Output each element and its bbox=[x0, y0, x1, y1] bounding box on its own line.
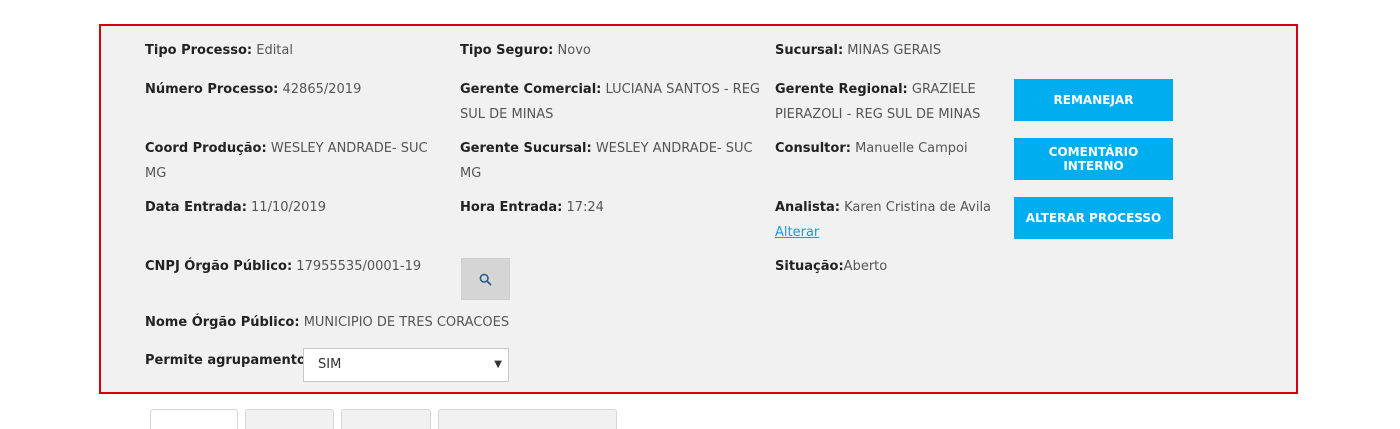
gerente-comercial-field: Gerente Comercial: LUCIANA SANTOS - REG … bbox=[460, 77, 760, 127]
gerente-comercial-label: Gerente Comercial: bbox=[460, 82, 602, 97]
sucursal-field: Sucursal: MINAS GERAIS bbox=[775, 38, 941, 63]
remanejar-button[interactable]: REMANEJAR bbox=[1014, 79, 1173, 121]
tab-2[interactable] bbox=[245, 409, 334, 429]
permite-agrupamento-field: Permite agrupamento: bbox=[145, 348, 311, 373]
search-icon bbox=[479, 273, 492, 285]
nome-orgao-value: MUNICIPIO DE TRES CORACOES bbox=[303, 315, 510, 330]
gerente-comercial-value-line2: SUL DE MINAS bbox=[460, 107, 554, 122]
alterar-analista-link[interactable]: Alterar bbox=[775, 225, 819, 240]
gerente-regional-value: GRAZIELE bbox=[911, 82, 976, 97]
gerente-regional-label: Gerente Regional: bbox=[775, 82, 908, 97]
data-entrada-label: Data Entrada: bbox=[145, 200, 247, 215]
permite-agrupamento-select[interactable]: SIM ▼ bbox=[303, 348, 509, 382]
gerente-sucursal-value-line2: MG bbox=[460, 166, 482, 181]
gerente-regional-value-line2: PIERAZOLI - REG SUL DE MINAS bbox=[775, 107, 981, 122]
tab-4[interactable] bbox=[438, 409, 617, 429]
cnpj-field: CNPJ Órgão Público: 17955535/0001-19 bbox=[145, 254, 421, 279]
situacao-value: Aberto bbox=[843, 259, 888, 274]
permite-agrupamento-label: Permite agrupamento: bbox=[145, 353, 312, 368]
numero-processo-label: Número Processo: bbox=[145, 82, 279, 97]
tab-1[interactable] bbox=[150, 409, 238, 429]
tipo-processo-label: Tipo Processo: bbox=[145, 43, 253, 58]
nome-orgao-label: Nome Órgão Público: bbox=[145, 315, 300, 330]
tipo-seguro-label: Tipo Seguro: bbox=[460, 43, 554, 58]
analista-value: Karen Cristina de Avila bbox=[844, 200, 992, 215]
tipo-seguro-value: Novo bbox=[557, 43, 591, 58]
hora-entrada-value: 17:24 bbox=[566, 200, 604, 215]
nome-orgao-field: Nome Órgão Público: MUNICIPIO DE TRES CO… bbox=[145, 310, 509, 335]
sucursal-value: MINAS GERAIS bbox=[847, 43, 942, 58]
cnpj-value: 17955535/0001-19 bbox=[296, 259, 422, 274]
data-entrada-value: 11/10/2019 bbox=[251, 200, 326, 215]
comentario-interno-button[interactable]: COMENTÁRIO INTERNO bbox=[1014, 138, 1173, 180]
cnpj-label: CNPJ Órgão Público: bbox=[145, 259, 293, 274]
situacao-field: Situação:Aberto bbox=[775, 254, 887, 279]
tipo-seguro-field: Tipo Seguro: Novo bbox=[460, 38, 591, 63]
coord-producao-value: WESLEY ANDRADE- SUC bbox=[270, 141, 428, 156]
data-entrada-field: Data Entrada: 11/10/2019 bbox=[145, 195, 326, 220]
analista-field: Analista: Karen Cristina de Avila Altera… bbox=[775, 195, 991, 245]
numero-processo-value: 42865/2019 bbox=[282, 82, 362, 97]
process-info-panel: Tipo Processo: Edital Tipo Seguro: Novo … bbox=[99, 24, 1298, 394]
search-cnpj-button[interactable] bbox=[461, 258, 510, 300]
coord-producao-label: Coord Produção: bbox=[145, 141, 267, 156]
analista-label: Analista: bbox=[775, 200, 840, 215]
alterar-processo-button[interactable]: ALTERAR PROCESSO bbox=[1014, 197, 1173, 239]
chevron-down-icon: ▼ bbox=[494, 359, 502, 370]
coord-producao-field: Coord Produção: WESLEY ANDRADE- SUC MG bbox=[145, 136, 428, 186]
tipo-processo-field: Tipo Processo: Edital bbox=[145, 38, 293, 63]
numero-processo-field: Número Processo: 42865/2019 bbox=[145, 77, 361, 102]
gerente-regional-field: Gerente Regional: GRAZIELE PIERAZOLI - R… bbox=[775, 77, 980, 127]
situacao-label: Situação: bbox=[775, 259, 844, 274]
gerente-sucursal-label: Gerente Sucursal: bbox=[460, 141, 592, 156]
sucursal-label: Sucursal: bbox=[775, 43, 844, 58]
consultor-field: Consultor: Manuelle Campoi bbox=[775, 136, 968, 161]
gerente-comercial-value: LUCIANA SANTOS - REG bbox=[605, 82, 760, 97]
permite-agrupamento-selected: SIM bbox=[318, 357, 342, 372]
tipo-processo-value: Edital bbox=[256, 43, 293, 58]
coord-producao-value-line2: MG bbox=[145, 166, 167, 181]
gerente-sucursal-field: Gerente Sucursal: WESLEY ANDRADE- SUC MG bbox=[460, 136, 753, 186]
gerente-sucursal-value: WESLEY ANDRADE- SUC bbox=[595, 141, 753, 156]
consultor-label: Consultor: bbox=[775, 141, 851, 156]
consultor-value: Manuelle Campoi bbox=[855, 141, 968, 156]
hora-entrada-field: Hora Entrada: 17:24 bbox=[460, 195, 604, 220]
hora-entrada-label: Hora Entrada: bbox=[460, 200, 563, 215]
tab-3[interactable] bbox=[341, 409, 431, 429]
